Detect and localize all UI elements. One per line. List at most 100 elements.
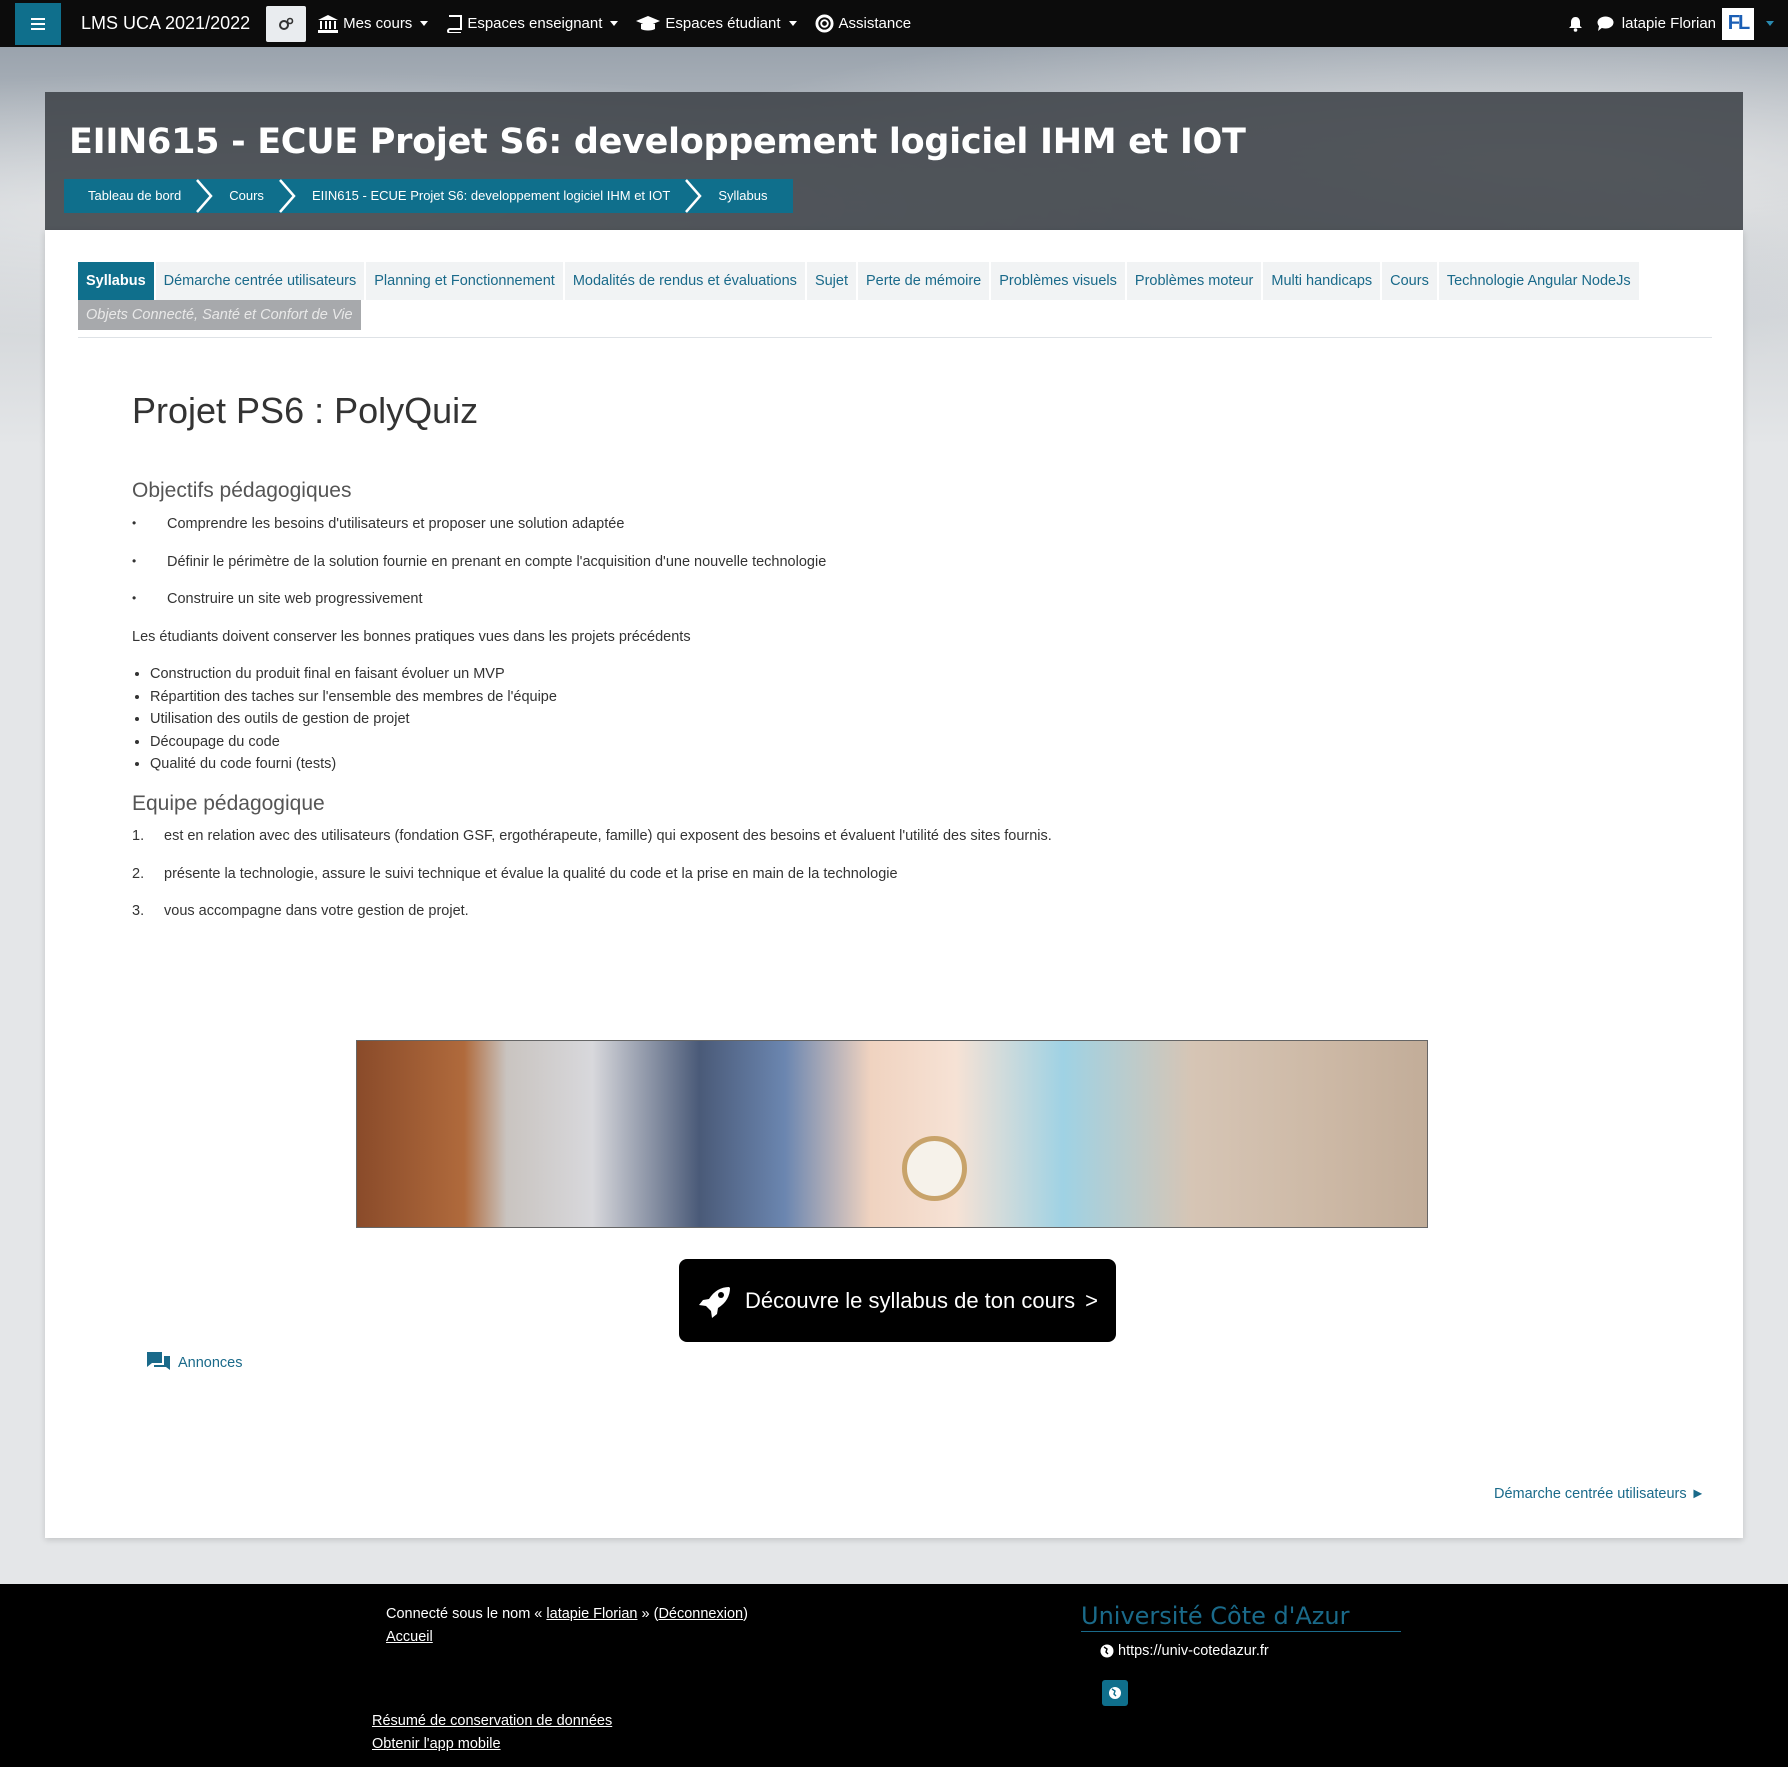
login-prefix: Connecté sous le nom «: [386, 1606, 547, 1622]
item-number: 2.: [132, 865, 145, 882]
tab-planning[interactable]: Planning et Fonctionnement: [366, 262, 565, 300]
practices-intro: Les étudiants doivent conserver les bonn…: [132, 629, 691, 645]
course-title: EIIN615 - ECUE Projet S6: developpement …: [69, 122, 1246, 162]
graduation-cap-icon: [636, 15, 661, 30]
login-info: Connecté sous le nom « latapie Florian »…: [386, 1606, 748, 1622]
bank-icon: [318, 14, 339, 33]
menu-espaces-enseignant-label: Espaces enseignant: [467, 15, 603, 32]
list-item: Définir le périmètre de la solution four…: [132, 554, 1532, 592]
list-item: 1. est en relation avec des utilisateurs …: [132, 828, 1532, 866]
tab-syllabus[interactable]: Syllabus: [78, 262, 156, 300]
item-text: est en relation avec des utilisateurs (f…: [164, 828, 1052, 844]
tab-multi-handicaps[interactable]: Multi handicaps: [1263, 262, 1383, 300]
user-name[interactable]: latapie Florian: [1622, 15, 1716, 32]
logout-link[interactable]: Déconnexion: [658, 1606, 743, 1622]
list-item: Construction du produit final en faisant…: [150, 666, 557, 689]
breadcrumb-item-course[interactable]: EIIN615 - ECUE Projet S6: developpement …: [290, 179, 702, 213]
site-name-link[interactable]: LMS UCA 2021/2022: [81, 13, 250, 34]
list-item: 3. vous accompagne dans votre gestion de …: [132, 903, 1532, 941]
tab-problemes-moteur[interactable]: Problèmes moteur: [1126, 262, 1264, 300]
tab-cours[interactable]: Cours: [1382, 262, 1439, 300]
menu-espaces-enseignant[interactable]: Espaces enseignant: [446, 14, 619, 33]
main-content-card: Syllabus Démarche centrée utilisateurs P…: [45, 230, 1743, 1538]
chevron-down-icon: [610, 21, 619, 26]
project-title: Projet PS6 : PolyQuiz: [132, 390, 478, 432]
menu-mes-cours-label: Mes cours: [343, 15, 413, 32]
forum-icon: [147, 1352, 170, 1370]
chevron-down-icon: [788, 21, 797, 26]
team-list: 1. est en relation avec des utilisateurs …: [132, 828, 1532, 941]
data-retention-link[interactable]: Résumé de conservation de données: [372, 1713, 612, 1729]
watch-graphic: [902, 1136, 967, 1201]
lifebuoy-icon: [814, 14, 834, 33]
user-menu-chevron-down-icon[interactable]: [1766, 21, 1774, 26]
profile-link[interactable]: latapie Florian: [546, 1606, 637, 1622]
list-item: Utilisation des outils de gestion de pro…: [150, 711, 557, 734]
breadcrumb-item-dashboard[interactable]: Tableau de bord: [64, 179, 213, 213]
tab-technologie[interactable]: Technologie Angular NodeJs: [1438, 262, 1641, 300]
menu-mes-cours[interactable]: Mes cours: [318, 14, 429, 33]
cta-arrow: >: [1085, 1287, 1099, 1313]
gears-icon: [279, 17, 294, 30]
breadcrumb-label: Tableau de bord: [88, 188, 182, 203]
university-url-link[interactable]: https://univ-cotedazur.fr: [1100, 1643, 1269, 1659]
login-mid: » (: [637, 1606, 659, 1622]
breadcrumb-label: Cours: [229, 188, 264, 203]
page-header: EIIN615 - ECUE Projet S6: developpement …: [45, 92, 1743, 230]
globe-icon: [1109, 1687, 1121, 1699]
tab-sujet[interactable]: Sujet: [806, 262, 858, 300]
menu-espaces-etudiant-label: Espaces étudiant: [665, 15, 781, 32]
breadcrumb: Tableau de bord Cours EIIN615 - ECUE Pro…: [64, 179, 794, 213]
avatar[interactable]: FL: [1722, 7, 1754, 40]
breadcrumb-item-syllabus[interactable]: Syllabus: [696, 179, 793, 213]
tab-perte-memoire[interactable]: Perte de mémoire: [858, 262, 992, 300]
breadcrumb-label: EIIN615 - ECUE Projet S6: developpement …: [311, 188, 671, 203]
breadcrumb-item-courses[interactable]: Cours: [207, 179, 296, 213]
list-item: Comprendre les besoins d'utilisateurs et…: [132, 516, 1532, 554]
item-number: 3.: [132, 903, 145, 919]
footer: Connecté sous le nom « latapie Florian »…: [0, 1584, 1788, 1767]
tab-modalites[interactable]: Modalités de rendus et évaluations: [564, 262, 807, 300]
cta-label: Découvre le syllabus de ton cours: [744, 1287, 1076, 1313]
login-suffix: ): [743, 1606, 748, 1622]
menu-assistance-label: Assistance: [838, 15, 912, 32]
section-tabs: Syllabus Démarche centrée utilisateurs P…: [78, 262, 1712, 338]
menu-assistance[interactable]: Assistance: [814, 14, 912, 33]
practices-list: Construction du produit final en faisant…: [132, 666, 557, 779]
list-item: Découpage du code: [150, 734, 557, 757]
item-number: 1.: [132, 828, 145, 844]
objectives-list: Comprendre les besoins d'utilisateurs et…: [132, 516, 1532, 629]
menu-espaces-etudiant[interactable]: Espaces étudiant: [636, 15, 797, 32]
list-item: Qualité du code fourni (tests): [150, 756, 557, 779]
url-label: https://univ-cotedazur.fr: [1118, 1643, 1269, 1659]
next-section-link[interactable]: Démarche centrée utilisateurs ►: [1494, 1486, 1705, 1502]
item-text: vous accompagne dans votre gestion de pr…: [164, 903, 469, 919]
home-link[interactable]: Accueil: [386, 1629, 433, 1645]
project-title-text: Projet PS6 : PolyQuiz: [132, 390, 479, 431]
mobile-app-link[interactable]: Obtenir l'app mobile: [372, 1736, 501, 1752]
top-navbar: LMS UCA 2021/2022 Mes cours Espaces ense…: [0, 0, 1788, 47]
tab-demarche[interactable]: Démarche centrée utilisateurs: [155, 262, 367, 300]
settings-button[interactable]: [266, 5, 307, 42]
website-social-button[interactable]: [1102, 1680, 1128, 1706]
book-icon: [447, 14, 463, 33]
menu-toggle-button[interactable]: [15, 2, 61, 45]
hamburger-icon: [31, 17, 45, 30]
chat-bubble-icon[interactable]: [1597, 16, 1614, 31]
announcements-label: Annonces: [178, 1355, 243, 1371]
team-heading: Equipe pédagogique: [132, 792, 325, 815]
laptop-typing-image: [356, 1040, 1428, 1228]
list-item: 2. présente la technologie, assure le sui…: [132, 866, 1532, 904]
tab-problemes-visuels[interactable]: Problèmes visuels: [991, 262, 1127, 300]
university-name: Université Côte d'Azur: [1081, 1602, 1401, 1632]
objectives-heading: Objectifs pédagogiques: [132, 479, 352, 502]
list-item: Répartition des taches sur l'ensemble de…: [150, 689, 557, 712]
globe-icon: [1100, 1644, 1114, 1658]
bell-icon[interactable]: [1568, 16, 1583, 32]
discover-syllabus-button[interactable]: Découvre le syllabus de ton cours >: [679, 1259, 1116, 1342]
chevron-down-icon: [420, 21, 429, 26]
item-text: présente la technologie, assure le suivi…: [164, 865, 898, 882]
tab-objets-connectes: Objets Connecté, Santé et Confort de Vie: [78, 300, 363, 330]
breadcrumb-label: Syllabus: [718, 188, 768, 203]
announcements-link[interactable]: Annonces: [146, 1351, 243, 1375]
